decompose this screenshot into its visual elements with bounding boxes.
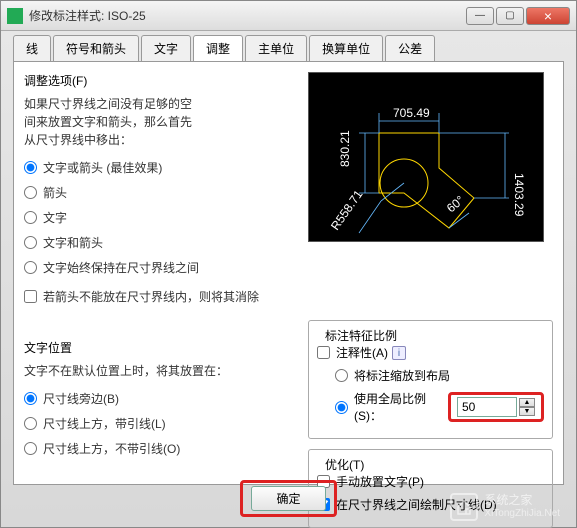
radio-text[interactable]: 文字 (24, 209, 294, 226)
radio-global-scale[interactable]: 使用全局比例(S)： ▲ ▼ (317, 390, 544, 424)
optimize-title: 优化(T) (321, 456, 368, 473)
preview-pane: 705.49 830.21 1403.29 60° R558.71 (308, 72, 544, 242)
spinner-buttons: ▲ ▼ (519, 398, 535, 416)
global-scale-input[interactable] (457, 397, 517, 417)
button-bar: 确定 (1, 480, 576, 517)
spinner-down[interactable]: ▼ (519, 407, 535, 416)
scale-title: 标注特征比例 (321, 327, 401, 344)
radio-above-no-leader[interactable]: 尺寸线上方，不带引线(O) (24, 440, 294, 457)
svg-text:830.21: 830.21 (338, 130, 352, 167)
tab-alt-units[interactable]: 换算单位 (309, 35, 383, 61)
checkbox-annotative[interactable]: 注释性(A) i (317, 344, 544, 361)
app-icon (7, 8, 23, 24)
checkbox-suppress-arrows[interactable]: 若箭头不能放在尺寸界线内，则将其消除 (24, 288, 294, 305)
svg-text:1403.29: 1403.29 (512, 173, 526, 217)
scale-group: 标注特征比例 注释性(A) i 将标注缩放到布局 使用全局比例(S)： ▲ ▼ (308, 320, 553, 439)
spinner-up[interactable]: ▲ (519, 398, 535, 407)
radio-arrows[interactable]: 箭头 (24, 184, 294, 201)
tab-primary-units[interactable]: 主单位 (245, 35, 307, 61)
text-position-desc: 文字不在默认位置上时，将其放置在： (24, 362, 294, 380)
ok-button-highlight: 确定 (240, 480, 336, 517)
minimize-button[interactable]: — (466, 7, 494, 25)
radio-text-or-arrows[interactable]: 文字或箭头 (最佳效果) (24, 159, 294, 176)
window-controls: — ▢ × (466, 7, 570, 25)
tab-symbols[interactable]: 符号和箭头 (53, 35, 139, 61)
text-position-title: 文字位置 (24, 339, 294, 356)
radio-scale-to-layout[interactable]: 将标注缩放到布局 (317, 367, 544, 384)
tab-tolerance[interactable]: 公差 (385, 35, 435, 61)
right-column: 705.49 830.21 1403.29 60° R558.71 标注特征比例… (308, 72, 553, 474)
maximize-button[interactable]: ▢ (496, 7, 524, 25)
close-button[interactable]: × (526, 7, 570, 25)
radio-above-with-leader[interactable]: 尺寸线上方，带引线(L) (24, 415, 294, 432)
tab-text[interactable]: 文字 (141, 35, 191, 61)
svg-text:705.49: 705.49 (393, 106, 430, 120)
adjust-options-title: 调整选项(F) (24, 72, 294, 89)
info-icon[interactable]: i (392, 346, 406, 360)
radio-text-and-arrows[interactable]: 文字和箭头 (24, 234, 294, 251)
content-area: 调整选项(F) 如果尺寸界线之间没有足够的空 间来放置文字和箭头，那么首先 从尺… (13, 61, 564, 485)
ok-button[interactable]: 确定 (251, 486, 325, 511)
radio-beside-dim-line[interactable]: 尺寸线旁边(B) (24, 390, 294, 407)
adjust-description: 如果尺寸界线之间没有足够的空 间来放置文字和箭头，那么首先 从尺寸界线中移出： (24, 95, 294, 149)
radio-keep-text-inside[interactable]: 文字始终保持在尺寸界线之间 (24, 259, 294, 276)
tab-bar: 线 符号和箭头 文字 调整 主单位 换算单位 公差 (1, 31, 576, 61)
preview-drawing: 705.49 830.21 1403.29 60° R558.71 (309, 73, 545, 243)
svg-text:60°: 60° (444, 193, 467, 216)
global-scale-highlight: ▲ ▼ (448, 392, 544, 422)
left-column: 调整选项(F) 如果尺寸界线之间没有足够的空 间来放置文字和箭头，那么首先 从尺… (24, 72, 294, 474)
window-title: 修改标注样式: ISO-25 (29, 7, 466, 24)
svg-text:R558.71: R558.71 (328, 187, 366, 232)
tab-line[interactable]: 线 (13, 35, 51, 61)
titlebar: 修改标注样式: ISO-25 — ▢ × (1, 1, 576, 31)
tab-adjust[interactable]: 调整 (193, 35, 243, 61)
